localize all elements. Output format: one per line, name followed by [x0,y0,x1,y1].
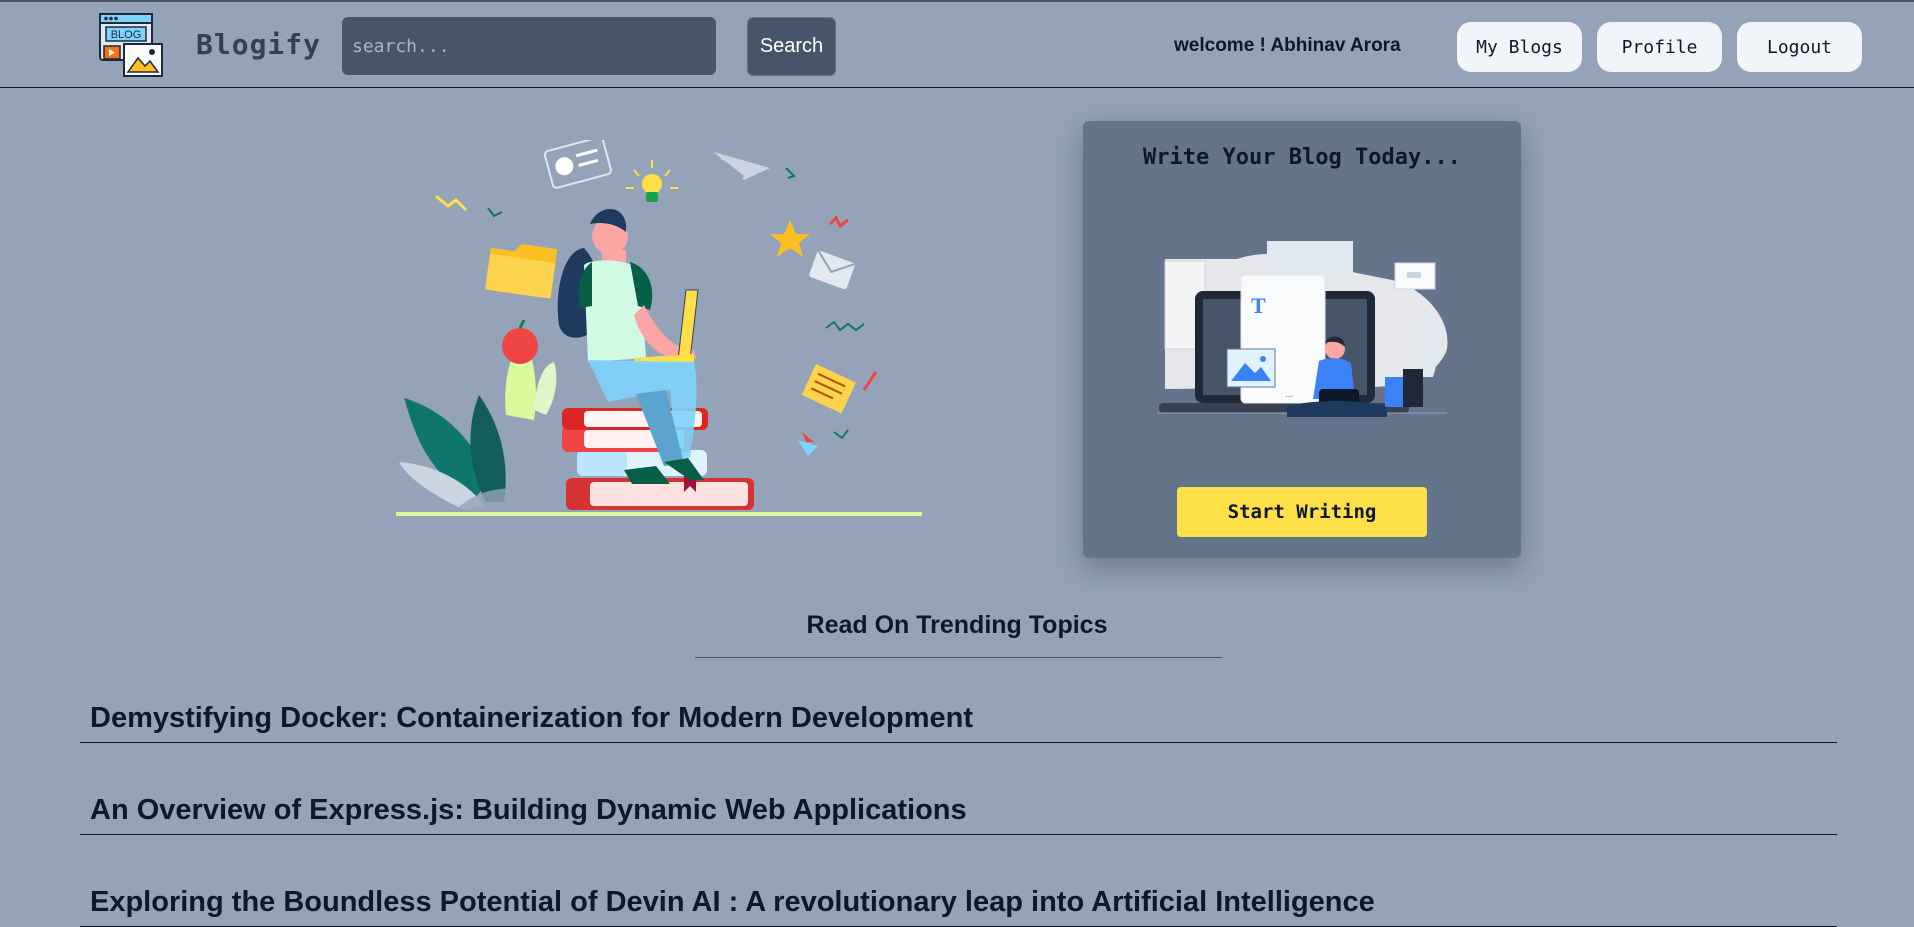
navbar: BLOG Blogify Search welcome ! Abhinav Ar… [0,0,1914,88]
trending-divider [695,657,1222,658]
trending-post-item[interactable]: Demystifying Docker: Containerization fo… [80,702,1837,743]
svg-text:T: T [1251,293,1266,318]
profile-button[interactable]: Profile [1597,22,1722,72]
svg-text:BLOG: BLOG [111,29,142,41]
blog-logo-icon[interactable]: BLOG [98,12,166,80]
trending-post-item[interactable]: Exploring the Boundless Potential of Dev… [80,886,1837,927]
logout-button[interactable]: Logout [1737,22,1862,72]
post-title[interactable]: Exploring the Boundless Potential of Dev… [90,886,1375,919]
writer-laptop-illustration: T ... [1157,241,1448,417]
my-blogs-button[interactable]: My Blogs [1457,22,1582,72]
welcome-message: welcome ! Abhinav Arora [1174,35,1401,56]
reading-woman-illustration [396,140,922,516]
post-title[interactable]: An Overview of Express.js: Building Dyna… [90,794,967,827]
trending-post-item[interactable]: An Overview of Express.js: Building Dyna… [80,794,1837,835]
brand-name[interactable]: Blogify [196,28,321,61]
svg-text:...: ... [1285,389,1293,400]
write-card-title: Write Your Blog Today... [1143,145,1461,170]
start-writing-button[interactable]: Start Writing [1177,487,1427,537]
trending-heading: Read On Trending Topics [806,611,1108,639]
search-input[interactable] [342,17,716,75]
write-blog-card: Write Your Blog Today... T ... Start Wri… [1083,121,1521,558]
post-title[interactable]: Demystifying Docker: Containerization fo… [90,702,973,735]
search-button[interactable]: Search [747,17,836,76]
